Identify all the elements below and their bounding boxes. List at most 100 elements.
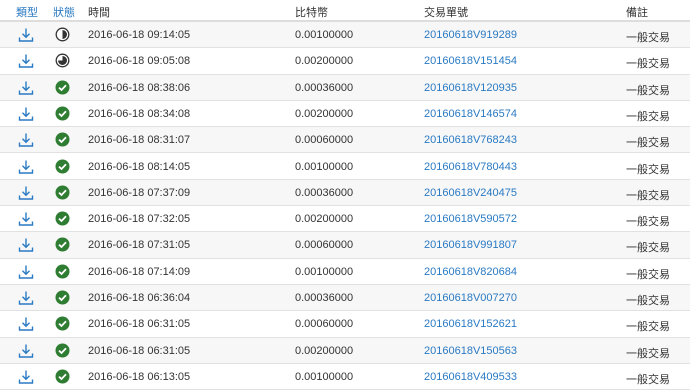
transaction-id-link[interactable]: 20160618V120935 xyxy=(424,82,517,94)
note-cell: 一般交易 xyxy=(626,373,670,386)
transaction-id-link[interactable]: 20160618V007270 xyxy=(424,292,517,304)
transaction-id-link[interactable]: 20160618V409533 xyxy=(424,371,517,383)
download-icon[interactable] xyxy=(18,237,34,253)
check-icon xyxy=(55,159,70,174)
header-status[interactable]: 狀態 xyxy=(53,4,75,20)
transaction-id-link[interactable]: 20160618V780443 xyxy=(424,161,517,173)
note-cell: 一般交易 xyxy=(626,110,670,123)
note-cell: 一般交易 xyxy=(626,84,670,97)
note-cell: 一般交易 xyxy=(626,347,670,360)
transaction-id-link[interactable]: 20160618V151454 xyxy=(424,55,517,67)
download-icon[interactable] xyxy=(18,106,34,122)
note-cell: 一般交易 xyxy=(626,32,670,44)
btc-amount-cell: 0.00200000 xyxy=(295,107,354,120)
time-cell: 2016-06-18 08:31:07 xyxy=(88,134,191,147)
table-row: 2016-06-18 07:37:09 0.00036000 20160618V24… xyxy=(0,179,690,207)
btc-amount-cell: 0.00200000 xyxy=(295,55,354,68)
transaction-id-link[interactable]: 20160618V240475 xyxy=(424,187,517,199)
header-tx: 交易單號 xyxy=(424,7,468,19)
time-cell: 2016-06-18 08:34:08 xyxy=(88,107,191,120)
table-row: 2016-06-18 06:31:05 0.00200000 20160618V15… xyxy=(0,337,690,364)
transaction-id-link[interactable]: 20160618V768243 xyxy=(424,134,517,146)
check-icon xyxy=(55,369,70,384)
time-cell: 2016-06-18 06:31:05 xyxy=(88,318,191,331)
download-icon[interactable] xyxy=(18,211,34,227)
check-icon xyxy=(55,185,70,200)
download-icon[interactable] xyxy=(18,316,34,332)
time-cell: 2016-06-18 09:14:05 xyxy=(88,29,191,41)
status-partial-icon xyxy=(55,53,70,68)
btc-amount-cell: 0.00100000 xyxy=(295,160,354,173)
btc-amount-cell: 0.00060000 xyxy=(295,134,354,147)
transaction-id-link[interactable]: 20160618V991807 xyxy=(424,239,517,251)
header-type[interactable]: 類型 xyxy=(16,4,38,20)
time-cell: 2016-06-18 07:31:05 xyxy=(88,239,191,252)
transactions-table: 類型 狀態 時間 比特幣 交易單號 備註 2016-06-18 09:14:05… xyxy=(0,0,690,390)
download-icon[interactable] xyxy=(18,159,34,175)
transaction-id-link[interactable]: 20160618V919289 xyxy=(424,29,517,41)
time-cell: 2016-06-18 07:37:09 xyxy=(88,186,191,199)
btc-amount-cell: 0.00200000 xyxy=(295,344,354,357)
check-icon xyxy=(55,343,70,358)
check-icon xyxy=(55,316,70,331)
time-cell: 2016-06-18 06:36:04 xyxy=(88,292,191,304)
btc-amount-cell: 0.00200000 xyxy=(295,213,354,226)
transaction-id-link[interactable]: 20160618V150563 xyxy=(424,345,517,357)
note-cell: 一般交易 xyxy=(626,189,670,202)
table-row: 2016-06-18 09:14:05 0.00100000 20160618V91… xyxy=(0,22,690,49)
note-cell: 一般交易 xyxy=(626,321,670,334)
transaction-id-link[interactable]: 20160618V820684 xyxy=(424,266,517,278)
transaction-id-link[interactable]: 20160618V590572 xyxy=(424,213,517,225)
download-icon[interactable] xyxy=(18,80,34,96)
table-row: 2016-06-18 08:38:06 0.00036000 20160618V12… xyxy=(0,74,690,101)
time-cell: 2016-06-18 08:38:06 xyxy=(88,81,191,94)
table-row: 2016-06-18 07:14:09 0.00100000 20160618V82… xyxy=(0,259,690,285)
check-icon xyxy=(55,80,70,95)
note-cell: 一般交易 xyxy=(626,58,670,71)
table-row: 2016-06-18 08:31:07 0.00060000 20160618V76… xyxy=(0,127,690,154)
check-icon xyxy=(55,237,70,252)
transaction-id-link[interactable]: 20160618V146574 xyxy=(424,108,517,120)
header-time: 時間 xyxy=(88,7,110,19)
table-row: 2016-06-18 08:14:05 0.00100000 20160618V78… xyxy=(0,154,690,180)
status-half-icon xyxy=(55,27,70,42)
table-row: 2016-06-18 07:31:05 0.00060000 20160618V99… xyxy=(0,232,690,259)
time-cell: 2016-06-18 07:14:09 xyxy=(88,265,191,278)
btc-amount-cell: 0.00036000 xyxy=(295,292,354,304)
time-cell: 2016-06-18 07:32:05 xyxy=(88,213,191,226)
btc-amount-cell: 0.00060000 xyxy=(295,239,354,252)
table-row: 2016-06-18 09:05:08 0.00200000 20160618V15… xyxy=(0,48,690,75)
note-cell: 一般交易 xyxy=(626,137,670,150)
btc-amount-cell: 0.00100000 xyxy=(295,29,354,41)
header-btc: 比特幣 xyxy=(295,7,328,19)
note-cell: 一般交易 xyxy=(626,295,670,307)
time-cell: 2016-06-18 06:31:05 xyxy=(88,344,191,357)
download-icon[interactable] xyxy=(18,343,34,359)
download-icon[interactable] xyxy=(18,264,34,280)
note-cell: 一般交易 xyxy=(626,216,670,229)
btc-amount-cell: 0.00100000 xyxy=(295,265,354,278)
table-row: 2016-06-18 06:31:05 0.00060000 20160618V15… xyxy=(0,311,690,338)
download-icon[interactable] xyxy=(18,290,34,306)
time-cell: 2016-06-18 09:05:08 xyxy=(88,55,191,68)
table-header: 類型 狀態 時間 比特幣 交易單號 備註 xyxy=(0,0,690,22)
time-cell: 2016-06-18 06:13:05 xyxy=(88,370,191,383)
header-note: 備註 xyxy=(626,7,648,19)
table-row: 2016-06-18 06:13:05 0.00100000 20160618V40… xyxy=(0,364,690,390)
btc-amount-cell: 0.00036000 xyxy=(295,81,354,94)
download-icon[interactable] xyxy=(18,27,34,43)
btc-amount-cell: 0.00060000 xyxy=(295,318,354,331)
check-icon xyxy=(55,106,70,121)
check-icon xyxy=(55,264,70,279)
check-icon xyxy=(55,211,70,226)
download-icon[interactable] xyxy=(18,369,34,385)
btc-amount-cell: 0.00036000 xyxy=(295,186,354,199)
download-icon[interactable] xyxy=(18,185,34,201)
transaction-id-link[interactable]: 20160618V152621 xyxy=(424,318,517,330)
download-icon[interactable] xyxy=(18,53,34,69)
time-cell: 2016-06-18 08:14:05 xyxy=(88,160,191,173)
download-icon[interactable] xyxy=(18,132,34,148)
table-row: 2016-06-18 08:34:08 0.00200000 20160618V14… xyxy=(0,101,690,128)
note-cell: 一般交易 xyxy=(626,163,670,176)
check-icon xyxy=(55,290,70,305)
